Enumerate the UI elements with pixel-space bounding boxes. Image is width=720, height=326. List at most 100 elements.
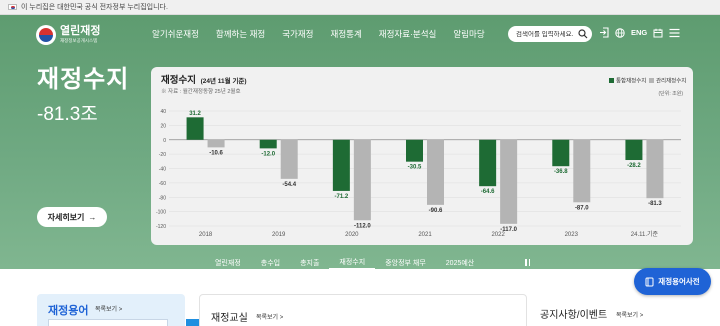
bar-value-label: -30.5 bbox=[408, 165, 422, 171]
logo-subtitle: 재정정보공개시스템 bbox=[60, 38, 98, 43]
bar-managed[interactable] bbox=[427, 139, 444, 205]
notice-section: 공지사항/이벤트 목록보기 > bbox=[540, 306, 643, 321]
finance-class-title: 재정교실 bbox=[211, 313, 248, 324]
legend-label-managed: 관리재정수지 bbox=[656, 77, 686, 85]
x-tick-label: 2019 bbox=[272, 232, 286, 238]
site-logo[interactable]: 열린재정 재정정보공개시스템 bbox=[36, 25, 100, 45]
bar-managed[interactable] bbox=[280, 139, 298, 179]
arrow-right-icon: → bbox=[88, 212, 97, 222]
finance-term-input[interactable] bbox=[48, 319, 168, 326]
y-tick-label: -100 bbox=[156, 210, 166, 216]
fiscal-balance-chart: 재정수지 (24년 11월 기준) ※ 자료 : 월간재정동향 25년 2월호 … bbox=[156, 74, 686, 238]
search-box bbox=[508, 26, 592, 42]
finance-term-title: 재정용어 bbox=[48, 305, 89, 317]
bar-managed[interactable] bbox=[646, 139, 664, 199]
nav-item-data-analysis[interactable]: 재정자료·분석실 bbox=[379, 28, 437, 40]
tab-fiscal-balance[interactable]: 재정수지 bbox=[329, 255, 376, 270]
bar-consolidated[interactable] bbox=[332, 139, 350, 191]
y-tick-label: -40 bbox=[159, 167, 166, 173]
tab-2025-budget[interactable]: 2025예산 bbox=[436, 255, 484, 270]
logo-emblem-icon bbox=[36, 25, 56, 45]
main-nav: 알기쉬운재정 함께하는 재정 국가재정 재정통계 재정자료·분석실 알림마당 bbox=[152, 28, 485, 40]
bar-consolidated[interactable] bbox=[625, 139, 643, 161]
y-tick-label: -120 bbox=[156, 224, 166, 230]
x-tick-label: 2021 bbox=[418, 232, 432, 238]
bar-value-label: -71.2 bbox=[335, 194, 349, 200]
more-details-button[interactable]: 자세히보기 → bbox=[37, 207, 107, 227]
tab-total-expenditure[interactable]: 총지출 bbox=[290, 255, 329, 270]
calendar-icon[interactable] bbox=[653, 28, 663, 38]
globe-icon[interactable] bbox=[615, 27, 625, 38]
bar-consolidated[interactable] bbox=[406, 139, 423, 162]
nav-item-easy-finance[interactable]: 알기쉬운재정 bbox=[152, 28, 199, 40]
y-tick-label: 20 bbox=[160, 123, 166, 129]
chart-title: 재정수지 bbox=[161, 74, 196, 86]
utility-menu: ENG bbox=[599, 27, 680, 38]
bar-value-label: -36.8 bbox=[554, 169, 568, 175]
finance-class-more-link[interactable]: 목록보기 > bbox=[256, 312, 283, 321]
bar-consolidated[interactable] bbox=[552, 139, 570, 167]
nav-item-finance-stats[interactable]: 재정통계 bbox=[331, 28, 362, 40]
bar-value-label: -28.2 bbox=[627, 163, 641, 169]
menu-icon[interactable] bbox=[669, 28, 680, 38]
bar-value-label: -64.6 bbox=[481, 189, 495, 195]
hero-value: -81.3조 bbox=[37, 104, 98, 125]
bar-value-label: 31.2 bbox=[189, 111, 201, 117]
x-tick-label: 2018 bbox=[199, 232, 213, 238]
finance-class-section: 재정교실 목록보기 > bbox=[199, 294, 527, 326]
notice-more-link[interactable]: 목록보기 > bbox=[616, 310, 643, 319]
finance-term-more-link[interactable]: 목록보기 > bbox=[95, 304, 122, 313]
tab-total-revenue[interactable]: 총수입 bbox=[251, 255, 290, 270]
x-tick-label: 24.11.기준 bbox=[631, 230, 659, 238]
x-tick-label: 2020 bbox=[345, 232, 359, 238]
bar-value-label: -10.6 bbox=[209, 150, 223, 156]
finance-term-section: 재정용어 목록보기 > bbox=[37, 294, 207, 326]
gov-notice-bar: 이 누리집은 대한민국 공식 전자정부 누리집입니다. bbox=[0, 0, 720, 15]
bar-value-label: -90.6 bbox=[429, 208, 443, 214]
logo-title: 열린재정 bbox=[60, 25, 101, 37]
legend-label-consolidated: 통합재정수지 bbox=[616, 77, 646, 85]
hero-section: 열린재정 재정정보공개시스템 알기쉬운재정 함께하는 재정 국가재정 재정통계 … bbox=[0, 15, 720, 270]
chart-unit: (단위: 조원) bbox=[658, 90, 683, 97]
search-input[interactable] bbox=[516, 30, 574, 38]
bar-managed[interactable] bbox=[573, 139, 591, 203]
legend-swatch-managed bbox=[649, 78, 654, 83]
notice-title: 공지사항/이벤트 bbox=[540, 310, 608, 321]
nav-item-together-finance[interactable]: 함께하는 재정 bbox=[216, 28, 265, 40]
y-tick-label: 0 bbox=[163, 138, 166, 144]
search-icon[interactable] bbox=[578, 29, 588, 39]
bar-managed[interactable] bbox=[500, 139, 518, 224]
nav-item-notices[interactable]: 알림마당 bbox=[453, 28, 484, 40]
more-details-label: 자세히보기 bbox=[47, 212, 85, 222]
y-tick-label: -20 bbox=[159, 152, 166, 158]
finance-dictionary-button[interactable]: 재정용어사전 bbox=[634, 268, 711, 295]
tab-central-debt[interactable]: 중앙정부 채무 bbox=[375, 255, 436, 270]
language-toggle[interactable]: ENG bbox=[631, 28, 647, 37]
x-tick-label: 2023 bbox=[565, 232, 579, 238]
korea-flag-icon bbox=[8, 4, 17, 10]
svg-text:재정수지 (24년 11월 기준): 재정수지 (24년 11월 기준) bbox=[161, 74, 247, 86]
bar-managed[interactable] bbox=[207, 139, 225, 148]
bar-consolidated[interactable] bbox=[259, 139, 277, 149]
y-tick-label: 40 bbox=[160, 109, 166, 115]
pause-icon[interactable] bbox=[525, 259, 531, 266]
bar-consolidated[interactable] bbox=[186, 117, 204, 140]
gov-notice-text: 이 누리집은 대한민국 공식 전자정부 누리집입니다. bbox=[21, 4, 168, 11]
bar-value-label: -12.0 bbox=[261, 151, 275, 157]
nav-item-national-finance[interactable]: 국가재정 bbox=[282, 28, 313, 40]
y-tick-label: -80 bbox=[159, 195, 166, 201]
bar-value-label: -54.4 bbox=[282, 182, 296, 188]
bar-value-label: -112.0 bbox=[354, 223, 371, 229]
tab-open-finance[interactable]: 열린재정 bbox=[205, 255, 251, 270]
book-icon bbox=[645, 277, 654, 286]
chart-title-note: (24년 11월 기준) bbox=[201, 76, 247, 85]
bar-value-label: -87.0 bbox=[575, 205, 589, 211]
hero-title: 재정수지 bbox=[37, 66, 130, 93]
chart-panel: 재정수지 (24년 11월 기준) ※ 자료 : 월간재정동향 25년 2월호 … bbox=[151, 67, 693, 245]
y-tick-label: -60 bbox=[159, 181, 166, 187]
bar-managed[interactable] bbox=[353, 139, 371, 221]
login-icon[interactable] bbox=[599, 27, 609, 38]
legend-swatch-consolidated bbox=[609, 78, 614, 83]
finance-dictionary-label: 재정용어사전 bbox=[658, 277, 700, 286]
bar-consolidated[interactable] bbox=[479, 139, 497, 187]
